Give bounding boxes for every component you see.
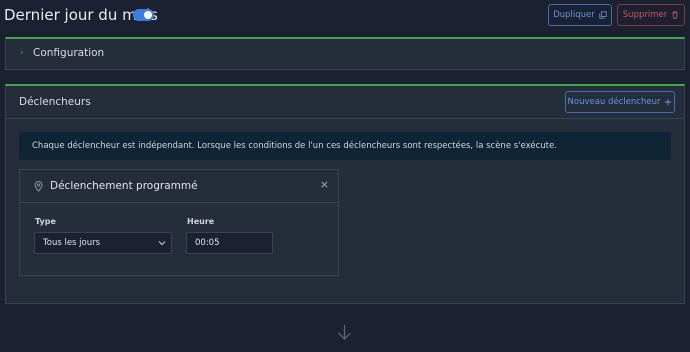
type-label: Type	[35, 217, 56, 226]
duplicate-label: Dupliquer	[553, 10, 595, 20]
triggers-panel: Déclencheurs Nouveau déclencheur Chaque …	[5, 84, 685, 304]
scheduled-trigger-card: Déclenchement programmé × Type Heure Tou…	[19, 169, 339, 276]
hour-input[interactable]: 00:05	[186, 232, 273, 254]
type-select-value: Tous les jours	[43, 238, 101, 248]
scene-header: Dernier jour du mois Dupliquer Supprimer	[0, 0, 690, 34]
panel-divider	[6, 118, 684, 119]
configuration-panel[interactable]: › Configuration	[5, 37, 685, 70]
plus-icon	[665, 98, 672, 106]
info-alert: Chaque déclencheur est indépendant. Lors…	[19, 132, 671, 160]
delete-label: Supprimer	[622, 10, 668, 20]
pin-icon	[34, 181, 43, 192]
configuration-title[interactable]: Configuration	[33, 47, 104, 59]
hour-input-value: 00:05	[195, 238, 220, 248]
close-icon[interactable]: ×	[320, 179, 329, 190]
chevron-right-icon[interactable]: ›	[20, 48, 24, 58]
arrow-down-icon	[338, 325, 351, 340]
new-trigger-label: Nouveau déclencheur	[567, 97, 661, 107]
duplicate-button[interactable]: Dupliquer	[548, 4, 612, 26]
trigger-card-title: Déclenchement programmé	[50, 180, 198, 192]
trash-icon	[672, 11, 679, 19]
hour-label: Heure	[187, 217, 215, 226]
delete-button[interactable]: Supprimer	[617, 4, 685, 26]
new-trigger-button[interactable]: Nouveau déclencheur	[565, 91, 675, 113]
copy-icon	[599, 11, 607, 19]
trigger-card-header: Déclenchement programmé ×	[20, 170, 338, 203]
chevron-down-icon	[158, 241, 166, 246]
scene-enabled-toggle[interactable]	[133, 9, 154, 21]
triggers-title: Déclencheurs	[19, 96, 91, 108]
type-select[interactable]: Tous les jours	[34, 232, 172, 254]
toggle-knob	[144, 11, 152, 19]
